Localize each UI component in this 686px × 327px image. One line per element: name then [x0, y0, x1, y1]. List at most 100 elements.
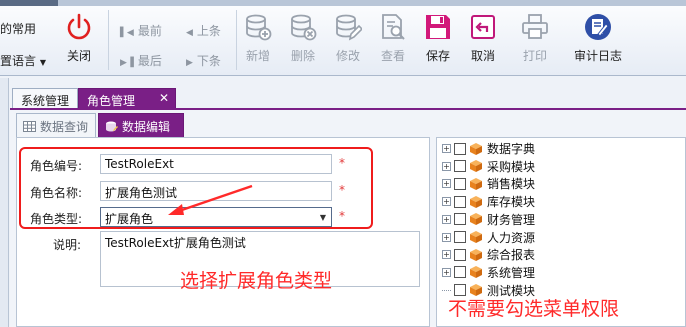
close-button[interactable]: 关闭: [62, 10, 96, 64]
close-icon[interactable]: ✕: [159, 91, 169, 105]
tree-item[interactable]: + 采购模块: [442, 158, 535, 175]
expand-icon[interactable]: +: [442, 250, 451, 260]
tree-item-label: 人力资源: [487, 230, 536, 245]
database-delete-icon: [286, 10, 320, 44]
audit-log-button[interactable]: 审计日志: [573, 10, 623, 64]
tab-data-query[interactable]: 数据查询: [16, 113, 96, 137]
expand-icon[interactable]: +: [442, 214, 451, 224]
cube-icon: [470, 177, 482, 190]
checkbox[interactable]: [454, 231, 466, 243]
first-icon: ▌◀: [120, 28, 134, 38]
checkbox[interactable]: [454, 160, 466, 173]
tree-item-label: 库存模块: [487, 195, 536, 210]
last-label: 最后: [137, 54, 162, 68]
document-search-icon: [376, 10, 410, 44]
tab-data-edit[interactable]: 数据编辑: [98, 113, 184, 137]
expand-icon[interactable]: +: [442, 179, 451, 189]
divider: [236, 10, 237, 70]
annotation-no-menu-permission: 不需要勾选菜单权限: [448, 298, 620, 320]
cube-icon: [470, 142, 482, 155]
checkbox[interactable]: [454, 195, 466, 208]
edit-label: 修改: [335, 49, 360, 63]
add-button[interactable]: 新增: [241, 10, 275, 64]
tree-item[interactable]: + 数据字典: [442, 140, 535, 157]
last-button[interactable]: ▶▐ 最后: [120, 52, 162, 69]
cube-icon: [470, 213, 482, 226]
audit-log-icon: [581, 10, 615, 44]
dropdown-arrow-icon: ▼: [39, 58, 46, 67]
expand-icon[interactable]: +: [442, 197, 451, 207]
next-button[interactable]: ▶ 下条: [186, 52, 221, 69]
language-menu[interactable]: 置语言 ▼: [0, 52, 46, 69]
delete-label: 删除: [290, 49, 315, 63]
cancel-label: 取消: [470, 49, 495, 63]
tree-item-label: 系统管理: [487, 265, 536, 280]
next-label: 下条: [196, 54, 221, 68]
cube-icon: [470, 231, 482, 243]
cube-icon: [470, 266, 482, 279]
tree-item[interactable]: + 综合报表: [442, 246, 535, 263]
database-edit-icon: [106, 121, 118, 132]
tree-item[interactable]: + 销售模块: [442, 175, 535, 192]
prev-label: 上条: [196, 24, 221, 38]
tab-label: 数据查询: [40, 120, 89, 134]
tab-role-management[interactable]: 角色管理 ✕: [78, 88, 176, 108]
tree-item[interactable]: + 库存模块: [442, 193, 535, 210]
tab-label: 数据编辑: [122, 120, 171, 134]
arrow-icon: [168, 184, 253, 215]
cube-icon: [470, 248, 482, 261]
tree-item-label: 采购模块: [487, 159, 536, 174]
cube-icon: [470, 160, 482, 173]
checkbox[interactable]: [454, 266, 466, 279]
floppy-save-icon: [421, 10, 455, 44]
first-button[interactable]: ▌◀ 最前: [120, 22, 162, 39]
view-label: 查看: [380, 49, 405, 63]
prev-icon: ◀: [186, 28, 193, 38]
undo-icon: [466, 10, 500, 44]
first-label: 最前: [137, 24, 162, 38]
tab-label: 系统管理: [21, 94, 70, 108]
save-button[interactable]: 保存: [421, 10, 455, 64]
expand-icon[interactable]: +: [442, 144, 451, 153]
cancel-button[interactable]: 取消: [466, 10, 500, 64]
prev-button[interactable]: ◀ 上条: [186, 22, 221, 39]
ribbon-toolbar: 的常用 置语言 ▼ 关闭 ▌◀ 最前 ◀ 上条 ▶▐ 最后 ▶ 下条 新增 删除 修改 …: [0, 6, 686, 76]
delete-button[interactable]: 删除: [286, 10, 320, 64]
print-button[interactable]: 打印: [518, 10, 552, 64]
tree-item-label: 综合报表: [487, 248, 536, 263]
tree-item-label: 财务管理: [487, 212, 536, 227]
common-menu-label[interactable]: 的常用: [0, 20, 36, 37]
tree-item-label: 数据字典: [487, 142, 536, 156]
tree-item-label: 销售模块: [487, 177, 536, 192]
view-button[interactable]: 查看: [376, 10, 410, 64]
expand-icon[interactable]: +: [442, 267, 451, 277]
divider: [108, 10, 109, 70]
description-label: 说明:: [53, 238, 82, 252]
edit-button[interactable]: 修改: [331, 10, 365, 64]
expand-icon[interactable]: +: [442, 161, 451, 171]
expand-icon[interactable]: +: [442, 232, 451, 242]
annotation-select-type: 选择扩展角色类型: [180, 270, 333, 292]
left-collapse-bar[interactable]: [0, 78, 9, 327]
checkbox[interactable]: [454, 213, 466, 226]
database-edit-icon: [331, 10, 365, 44]
cube-icon: [470, 195, 482, 208]
tree-item[interactable]: + 系统管理: [442, 264, 535, 281]
checkbox[interactable]: [454, 142, 466, 155]
tree-item[interactable]: + 财务管理: [442, 211, 535, 228]
next-icon: ▶: [186, 58, 193, 68]
tab-label: 角色管理: [87, 94, 136, 108]
checkbox[interactable]: [454, 248, 466, 261]
tree-item[interactable]: + 人力资源: [442, 229, 535, 246]
tree-line: [442, 289, 451, 291]
database-add-icon: [241, 10, 275, 44]
tab-system-management[interactable]: 系统管理: [12, 88, 78, 108]
power-icon: [62, 10, 96, 44]
checkbox[interactable]: [454, 177, 466, 190]
print-label: 打印: [522, 49, 547, 63]
language-menu-label: 置语言: [0, 54, 37, 68]
printer-icon: [518, 10, 552, 44]
last-icon: ▶▐: [120, 58, 134, 68]
close-label: 关闭: [66, 49, 91, 63]
grid-icon: [23, 121, 36, 132]
